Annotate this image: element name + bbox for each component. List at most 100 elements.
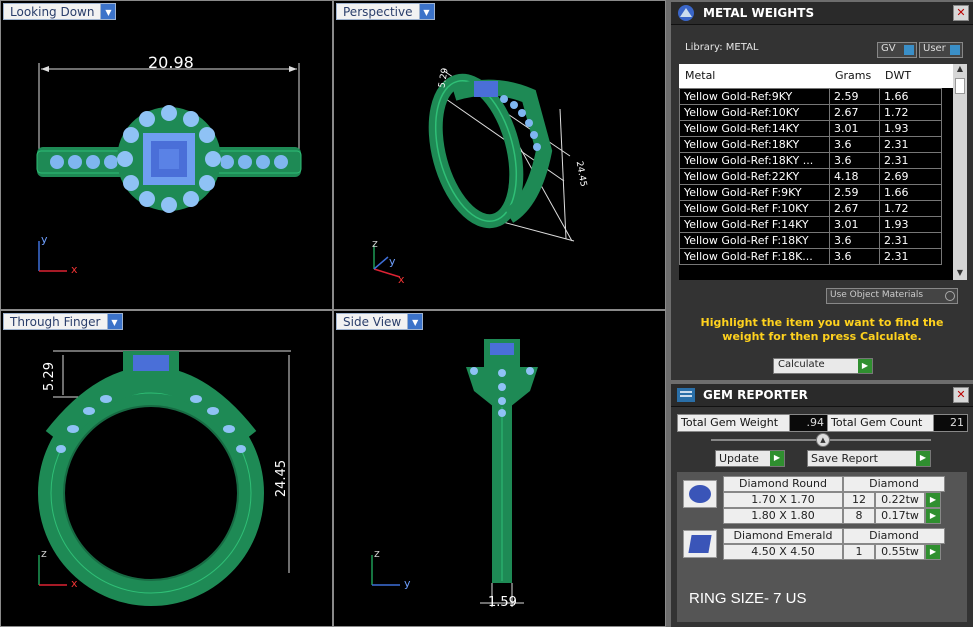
grams-cell: 3.6 (829, 248, 880, 265)
axis-y-label: y (41, 233, 48, 246)
viewport-looking-down[interactable]: Looking Down ▼ 20.98 y x (0, 0, 333, 310)
viewport-side-view[interactable]: Side View ▼ 1.59 z y (333, 310, 666, 627)
grams-cell: 3.6 (829, 136, 880, 153)
total-gem-count-label: Total Gem Count (827, 414, 934, 432)
axis-z-label: z (374, 547, 380, 560)
viewport-perspective[interactable]: Perspective ▼ 5.29 24.45 z y x (333, 0, 666, 310)
grams-cell: 3.01 (829, 216, 880, 233)
chevron-down-icon[interactable]: ▼ (419, 3, 435, 20)
radio-icon (945, 291, 955, 301)
viewport-through-finger[interactable]: Through Finger ▼ 5.29 24.45 z x (0, 310, 333, 627)
close-icon[interactable]: ✕ (953, 5, 969, 21)
gem-reporter-panel: GEM REPORTER ✕ Total Gem Weight .94 Tota… (671, 384, 973, 627)
viewport-tab[interactable]: Side View ▼ (336, 313, 424, 330)
metal-table: Metal Grams DWT Yellow Gold-Ref:9KY 2.59 1… (679, 64, 967, 280)
gem-thumbnail-emerald-icon[interactable] (683, 530, 717, 558)
table-row[interactable]: Yellow Gold-Ref:9KY 2.59 1.66 (679, 88, 942, 105)
close-icon[interactable]: ✕ (953, 387, 969, 403)
table-row[interactable]: Yellow Gold-Ref F:9KY 2.59 1.66 (679, 184, 942, 201)
column-header-metal: Metal (685, 69, 716, 82)
grams-cell: 2.67 (829, 104, 880, 121)
table-row[interactable]: Yellow Gold-Ref F:18K... 3.6 2.31 (679, 248, 942, 265)
table-row[interactable]: Yellow Gold-Ref:14KY 3.01 1.93 (679, 120, 942, 137)
viewport-title: Perspective (336, 3, 420, 20)
save-report-label: Save Report (811, 452, 878, 465)
scroll-thumb[interactable] (955, 78, 965, 94)
chevron-down-icon[interactable]: ▼ (101, 3, 117, 20)
axis-gizmo-icon (38, 241, 67, 272)
gem-size: 1.70 X 1.70 (723, 492, 843, 508)
axis-x-label: x (71, 263, 78, 276)
metal-weights-panel: METAL WEIGHTS ✕ Library: METAL GV User M… (671, 2, 973, 380)
table-row[interactable]: Yellow Gold-Ref F:10KY 2.67 1.72 (679, 200, 942, 217)
metal-name-cell: Yellow Gold-Ref:22KY (679, 168, 830, 185)
table-row[interactable]: Yellow Gold-Ref:18KY ... 3.6 2.31 (679, 152, 942, 169)
calculate-button[interactable]: Calculate ▶ (773, 358, 873, 374)
gem-row-play-icon[interactable]: ▶ (925, 508, 941, 524)
dwt-cell: 2.31 (879, 248, 942, 265)
viewport-tab[interactable]: Through Finger ▼ (3, 313, 123, 330)
scale-icon (678, 5, 694, 21)
slider-handle-icon[interactable]: ▲ (816, 433, 830, 447)
dwt-cell: 2.31 (879, 232, 942, 249)
gem-row-play-icon[interactable]: ▶ (925, 544, 941, 560)
metal-rows: Yellow Gold-Ref:9KY 2.59 1.66 Yellow Gold-R… (679, 88, 942, 265)
axis-y-label: y (389, 255, 396, 268)
panel-title: GEM REPORTER (703, 388, 808, 402)
dwt-cell: 1.72 (879, 200, 942, 217)
gem-list: Diamond Round Diamond 1.70 X 1.70 12 0.2… (677, 472, 967, 622)
table-row[interactable]: Yellow Gold-Ref:18KY 3.6 2.31 (679, 136, 942, 153)
gem-type-label: Diamond (843, 528, 945, 544)
dimension-label: 5.29 (41, 362, 57, 391)
viewport-title: Side View (336, 313, 409, 330)
metal-name-cell: Yellow Gold-Ref F:14KY (679, 216, 830, 233)
dimension-label: 24.45 (274, 459, 290, 498)
use-object-materials-toggle[interactable]: Use Object Materials (826, 288, 958, 304)
table-row[interactable]: Yellow Gold-Ref:10KY 2.67 1.72 (679, 104, 942, 121)
user-toggle[interactable]: User (919, 42, 963, 58)
grams-cell: 2.59 (829, 184, 880, 201)
gem-row-play-icon[interactable]: ▶ (925, 492, 941, 508)
gem-report-icon (677, 388, 695, 402)
gem-count: 1 (843, 544, 875, 560)
update-button[interactable]: Update ▶ (715, 450, 785, 467)
gem-count: 12 (843, 492, 875, 508)
viewport-tab[interactable]: Looking Down ▼ (3, 3, 117, 20)
metal-name-cell: Yellow Gold-Ref:18KY (679, 136, 830, 153)
table-row[interactable]: Yellow Gold-Ref F:18KY 3.6 2.31 (679, 232, 942, 249)
scroll-down-icon[interactable]: ▼ (953, 268, 967, 280)
scroll-up-icon[interactable]: ▲ (953, 64, 967, 76)
save-report-button[interactable]: Save Report ▶ (807, 450, 931, 467)
panel-header: METAL WEIGHTS ✕ (671, 2, 973, 25)
grams-cell: 4.18 (829, 168, 880, 185)
chevron-down-icon[interactable]: ▼ (107, 313, 123, 330)
total-gem-weight-label: Total Gem Weight (677, 414, 792, 432)
user-label: User (923, 43, 946, 54)
scrollbar[interactable]: ▲ ▼ (953, 64, 967, 280)
viewport-tab[interactable]: Perspective ▼ (336, 3, 435, 20)
metal-name-cell: Yellow Gold-Ref:9KY (679, 88, 830, 105)
dwt-cell: 1.72 (879, 104, 942, 121)
calculate-label: Calculate (778, 359, 825, 370)
chevron-down-icon[interactable]: ▼ (408, 313, 424, 330)
metal-name-cell: Yellow Gold-Ref F:18KY (679, 232, 830, 249)
grams-cell: 2.59 (829, 88, 880, 105)
panel-header: GEM REPORTER ✕ (671, 384, 973, 407)
axis-z-label: z (41, 547, 47, 560)
axis-x-label: x (71, 577, 78, 590)
dwt-cell: 1.93 (879, 120, 942, 137)
gem-thumbnail-round-icon[interactable] (683, 480, 717, 508)
table-row[interactable]: Yellow Gold-Ref:22KY 4.18 2.69 (679, 168, 942, 185)
library-label: Library: METAL (685, 42, 759, 53)
gem-weight: 0.55tw (875, 544, 925, 560)
table-row[interactable]: Yellow Gold-Ref F:14KY 3.01 1.93 (679, 216, 942, 233)
metal-name-cell: Yellow Gold-Ref F:10KY (679, 200, 830, 217)
gv-label: GV (881, 43, 896, 54)
metal-name-cell: Yellow Gold-Ref:10KY (679, 104, 830, 121)
toggle-indicator (950, 45, 960, 55)
gv-toggle[interactable]: GV (877, 42, 917, 58)
dimension-label: 20.98 (148, 53, 194, 72)
toggle-indicator (904, 45, 914, 55)
gem-shape-label: Diamond Emerald (723, 528, 843, 544)
use-object-materials-label: Use Object Materials (830, 290, 924, 300)
